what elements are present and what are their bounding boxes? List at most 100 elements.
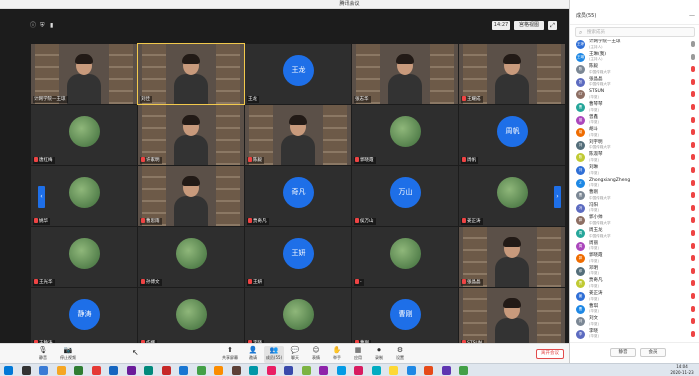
member-mic-icon[interactable] <box>691 255 695 262</box>
task-view-icon[interactable] <box>39 366 48 375</box>
toolbar-button-chat[interactable]: 💬 聊天 <box>285 346 305 363</box>
toolbar-button-camera[interactable]: 📷 停止视频 <box>58 346 78 363</box>
member-mic-icon[interactable] <box>691 116 695 123</box>
app-icon[interactable] <box>319 366 328 375</box>
participant-tile[interactable]: - <box>352 227 458 287</box>
participant-tile[interactable]: STSUN <box>459 288 565 348</box>
app-icon[interactable] <box>126 366 136 375</box>
participant-tile[interactable]: 许家明 <box>138 105 244 165</box>
toolbar-button-microphone[interactable]: 🎙 静音 <box>33 346 53 363</box>
participant-tile[interactable]: 陈毅 <box>245 105 351 165</box>
member-mic-icon[interactable] <box>691 217 695 224</box>
member-list-item[interactable]: 胡胡斗 (华夏) <box>570 127 699 139</box>
fullscreen-icon[interactable]: ⤢ <box>548 21 557 30</box>
member-mic-icon[interactable] <box>691 141 695 148</box>
member-list-item[interactable]: 王琼 计网学院—王琼 (主持人) <box>570 39 699 51</box>
app-icon[interactable] <box>284 366 293 375</box>
participant-tile[interactable]: 万山 侯万山 <box>352 166 458 226</box>
member-mic-icon[interactable] <box>691 267 695 274</box>
app-icon[interactable] <box>354 366 363 375</box>
participant-tile[interactable]: 孙博文 <box>138 227 244 287</box>
member-mic-icon[interactable] <box>691 330 695 337</box>
participant-tile[interactable]: 周帆 周帆 <box>459 105 565 165</box>
participant-tile[interactable]: 郭晓霞 <box>352 105 458 165</box>
participant-tile[interactable]: 曹刚曹刚 <box>352 288 458 348</box>
member-list-item[interactable]: 张张晶晶 中国传媒大学 <box>570 77 699 89</box>
member-list-item[interactable]: 曾曾鑫 (华夏) <box>570 115 699 127</box>
participant-tile[interactable]: 王妍 王妍 <box>245 227 351 287</box>
participant-tile[interactable]: 计网学院—王琼 <box>31 44 137 104</box>
toolbar-button-invite[interactable]: 👤 邀请 <box>243 346 263 363</box>
toolbar-button-members[interactable]: 👥 成员(55) <box>264 346 284 363</box>
search-icon[interactable] <box>21 366 31 375</box>
unmute-all-button[interactable]: 会员 <box>640 348 666 357</box>
app-icon[interactable] <box>336 366 346 375</box>
member-mic-icon[interactable] <box>691 242 695 249</box>
toolbar-button-apps[interactable]: ▦ 应用 <box>348 346 368 363</box>
member-list-item[interactable]: 曹曹琪 (华夏) <box>570 304 699 316</box>
start-icon[interactable] <box>4 366 13 375</box>
app-icon[interactable] <box>196 366 206 375</box>
participant-tile[interactable]: 李晓 <box>245 288 351 348</box>
app-icon[interactable] <box>371 366 381 375</box>
member-list-item[interactable]: 郭郭晓霞 (华夏) <box>570 253 699 265</box>
member-list-item[interactable]: 冯冯阳 (华夏) <box>570 203 699 215</box>
shield-icon[interactable]: ⛨ <box>40 22 47 29</box>
app-icon[interactable] <box>389 366 398 375</box>
app-icon[interactable] <box>301 366 311 375</box>
member-mic-icon[interactable] <box>691 204 695 211</box>
next-page-button[interactable]: › <box>554 186 561 208</box>
member-mic-icon[interactable] <box>691 154 695 161</box>
member-mic-icon[interactable] <box>691 305 695 312</box>
member-list-item[interactable]: 周周丽 (华夏) <box>570 241 699 253</box>
app-icon[interactable] <box>406 366 416 375</box>
toolbar-button-record[interactable]: ⏺ 录制 <box>369 346 389 363</box>
participant-tile[interactable]: 姜正涛 <box>459 166 565 226</box>
participant-tile[interactable]: 姚华 <box>31 166 137 226</box>
member-list-item[interactable]: 王琳 王琳(我) (主持人) <box>570 52 699 64</box>
member-search-input[interactable]: ⌕ 搜索成员 <box>575 27 695 37</box>
member-mic-icon[interactable] <box>691 91 695 98</box>
toolbar-button-emoji[interactable]: ☺ 表情 <box>306 346 326 363</box>
participant-tile[interactable]: 静涛王静涛 <box>31 288 137 348</box>
member-mic-icon[interactable] <box>691 129 695 136</box>
member-mic-icon[interactable] <box>691 41 695 47</box>
app-icon[interactable] <box>441 366 451 375</box>
member-list-item[interactable]: 陈陈淑琴 (华夏) <box>570 152 699 164</box>
wechat-icon[interactable] <box>74 366 83 375</box>
mute-all-button[interactable]: 静音 <box>610 348 636 357</box>
member-list-item[interactable]: 曹曹琴琴 (华夏) <box>570 102 699 114</box>
app-icon[interactable] <box>424 366 433 375</box>
member-list-item[interactable]: 陈陈毅 中国传媒大学 <box>570 64 699 76</box>
app-icon[interactable] <box>459 366 468 375</box>
member-list-item[interactable]: 贾贾奇凡 (华夏) <box>570 278 699 290</box>
prev-page-button[interactable]: ‹ <box>38 186 45 208</box>
member-mic-icon[interactable] <box>691 230 695 236</box>
member-list-item[interactable]: 李李晓 (华夏) <box>570 329 699 341</box>
participant-tile[interactable]: 作娜 <box>138 288 244 348</box>
signal-icon[interactable]: ▮ <box>50 22 57 29</box>
member-mic-icon[interactable] <box>691 192 695 199</box>
toolbar-button-raise-hand[interactable]: ✋ 举手 <box>327 346 347 363</box>
participant-tile[interactable]: 王耀成 <box>459 44 565 104</box>
folder-icon[interactable] <box>56 366 66 375</box>
member-mic-icon[interactable] <box>691 66 695 73</box>
participant-tile[interactable]: 唐红梅 <box>31 105 137 165</box>
app-icon[interactable] <box>91 366 101 375</box>
participant-tile[interactable]: 王龙 王龙 <box>245 44 351 104</box>
member-list-item[interactable]: 周周玉龙 中国传媒大学 <box>570 228 699 240</box>
member-list-item[interactable]: Z ZhongxiangZheng (华夏) <box>570 178 699 190</box>
member-list-item[interactable]: 刘刘琳 (华夏) <box>570 165 699 177</box>
member-list-item[interactable]: 姜姜正涛 (华夏) <box>570 291 699 303</box>
participant-tile[interactable]: 张晶晶 <box>459 227 565 287</box>
member-mic-icon[interactable] <box>691 53 695 60</box>
browser-icon[interactable] <box>179 366 188 375</box>
participant-tile[interactable]: 奇凡 贾奇凡 <box>245 166 351 226</box>
member-list-item[interactable]: 郭郭小帅 中国传媒大学 <box>570 215 699 227</box>
toolbar-button-share-screen[interactable]: ⬆ 共享屏幕 <box>220 346 240 363</box>
member-mic-icon[interactable] <box>691 179 695 186</box>
app-icon[interactable] <box>249 366 258 375</box>
toolbar-button-settings[interactable]: ⚙ 设置 <box>390 346 410 363</box>
app-icon[interactable] <box>161 366 171 375</box>
app-icon[interactable] <box>144 366 153 375</box>
